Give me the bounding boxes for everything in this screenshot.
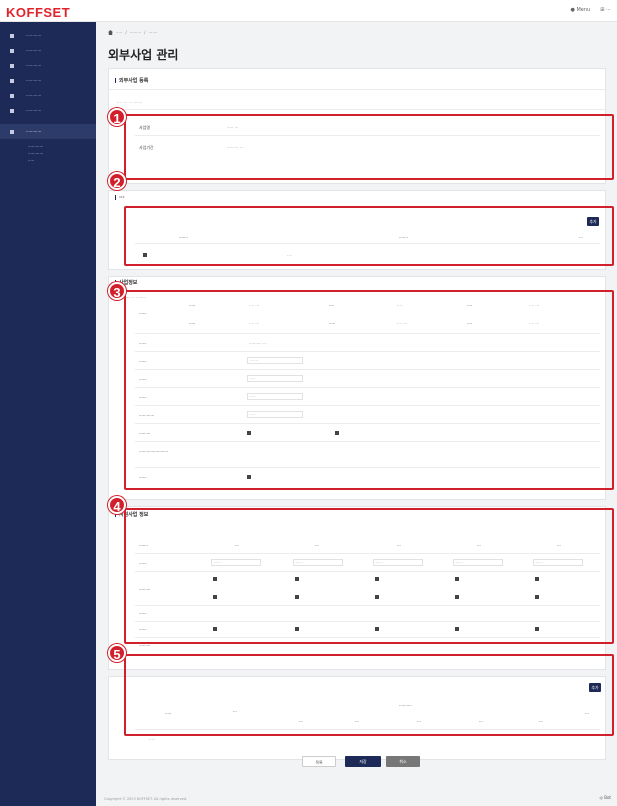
callout-marker-2: 2 (108, 172, 126, 190)
sidebar-subitem-3[interactable]: ····· (0, 157, 96, 164)
sidebar-item-4[interactable]: ············ (0, 73, 96, 88)
save-button[interactable]: 저장 (345, 756, 381, 767)
top-bar: KOFFSET ● Menu ⊞ ⋯ (0, 0, 617, 22)
sidebar-item-label: ············ (26, 33, 42, 38)
page-title: 외부사업 관리 (108, 48, 179, 62)
callout-box-1 (124, 114, 614, 180)
sidebar-subitem-1[interactable]: ············ (0, 143, 96, 150)
callout-marker-4: 4 (108, 496, 126, 514)
sidebar-item-active[interactable]: ············ (0, 124, 96, 139)
callout-marker-5: 5 (108, 644, 126, 662)
home-icon[interactable] (108, 30, 113, 35)
chatbot-button[interactable]: ◎ Bot (599, 795, 611, 800)
sidebar-item-3[interactable]: ············ (0, 58, 96, 73)
callout-marker-1: 1 (108, 108, 126, 126)
main-content: ····· / ········· / ······· 외부사업 관리 외부사업 등… (96, 22, 617, 806)
row-value: ····· (149, 737, 156, 742)
copyright: Copyright © 2023 KOFFSET. All rights res… (104, 797, 188, 801)
callout-box-3 (124, 290, 614, 490)
menu-icon (10, 93, 14, 98)
sidebar-item-label: ············ (26, 129, 42, 134)
sidebar-item-label: ············ (26, 63, 42, 68)
menu-icon (10, 33, 14, 38)
sidebar-item-6[interactable]: ············ (0, 103, 96, 118)
breadcrumb: ····· / ········· / ······· (108, 30, 157, 35)
menu-icon (10, 108, 14, 113)
cancel-button[interactable]: 취소 (386, 756, 420, 767)
section-title: 외부사업 등록 (115, 77, 148, 84)
section-title: ··· (115, 195, 125, 201)
sidebar-item-label: ············ (26, 93, 42, 98)
sidebar-item-1[interactable]: ············ (0, 28, 96, 43)
top-right-menu: ● Menu ⊞ ⋯ (571, 7, 611, 13)
sidebar-subitem-2[interactable]: ············ (0, 150, 96, 157)
sidebar-item-label: ············ (26, 48, 42, 53)
list-button[interactable]: 목록 (302, 756, 336, 767)
callout-box-2 (124, 206, 614, 266)
sidebar-item-5[interactable]: ············ (0, 88, 96, 103)
menu-icon (10, 78, 14, 83)
apps-menu[interactable]: ⊞ ⋯ (600, 7, 611, 13)
sidebar: ············ ············ ············ ·… (0, 22, 96, 806)
app-logo[interactable]: KOFFSET (6, 5, 70, 20)
section-note: ···· ··· ·· ········ (117, 100, 143, 105)
tool-icon (10, 129, 14, 134)
breadcrumb-item[interactable]: ····· (116, 30, 122, 35)
menu-icon (10, 48, 14, 53)
sidebar-item-label: ············ (26, 78, 42, 83)
breadcrumb-item[interactable]: ········· (130, 30, 141, 35)
callout-marker-3: 3 (108, 282, 126, 300)
menu-icon (10, 63, 14, 68)
sidebar-item-2[interactable]: ············ (0, 43, 96, 58)
user-menu[interactable]: ● Menu (571, 7, 591, 13)
callout-box-5 (124, 654, 614, 736)
breadcrumb-item: ······· (148, 30, 158, 35)
sidebar-item-label: ············ (26, 108, 42, 113)
callout-box-4 (124, 508, 614, 644)
